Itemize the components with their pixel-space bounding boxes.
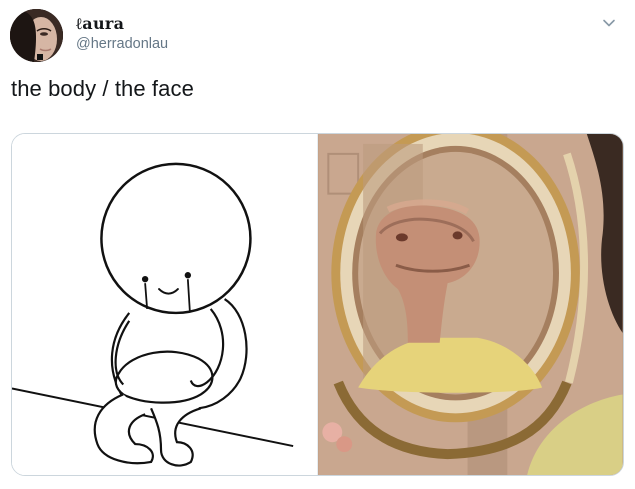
lizard-mirror-image <box>318 134 623 475</box>
display-name[interactable]: ℓaura <box>76 14 124 34</box>
media-image-face[interactable] <box>318 134 623 475</box>
avatar[interactable] <box>10 9 63 62</box>
chevron-down-icon[interactable] <box>600 14 618 32</box>
tweet-text: the body / the face <box>11 76 194 101</box>
cartoon-figure-image <box>12 134 317 475</box>
media-image-body[interactable] <box>12 134 318 475</box>
tweet-media[interactable] <box>11 133 624 476</box>
avatar-image <box>10 9 63 62</box>
tweet-card: ℓaura @herradonlau the body / the face <box>0 0 635 489</box>
user-handle[interactable]: @herradonlau <box>76 36 168 52</box>
